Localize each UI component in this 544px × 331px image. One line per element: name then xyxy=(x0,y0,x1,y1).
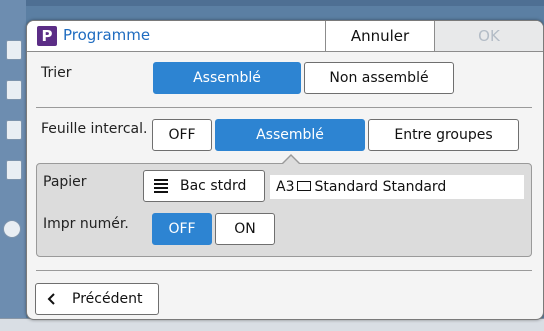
programme-app-icon: P xyxy=(37,26,57,46)
background-doc-icon xyxy=(6,120,22,140)
tray-list-icon xyxy=(154,179,168,193)
paper-info-field: A3 Standard Standard xyxy=(270,175,524,199)
separator-between-groups-button[interactable]: Entre groupes xyxy=(368,119,519,151)
numbering-label: Impr numér. xyxy=(43,216,129,232)
paper-label: Papier xyxy=(43,174,87,190)
ok-button[interactable]: OK xyxy=(435,21,543,51)
paper-tray-label: Bac stdrd xyxy=(180,178,247,194)
paper-tray-button[interactable]: Bac stdrd xyxy=(143,170,265,202)
footer-divider xyxy=(36,270,532,271)
background-top-strip xyxy=(0,0,544,6)
dialog-title: Programme xyxy=(63,26,151,44)
numbering-off-button[interactable]: OFF xyxy=(152,213,212,245)
sort-label: Trier xyxy=(41,65,72,81)
landscape-sheet-icon xyxy=(297,181,312,191)
separator-off-button[interactable]: OFF xyxy=(152,119,212,151)
paper-size: A3 xyxy=(276,179,295,195)
background-check-icon xyxy=(3,220,21,238)
paper-type: Standard Standard xyxy=(314,179,447,195)
back-button[interactable]: Précédent xyxy=(35,283,159,315)
back-label: Précédent xyxy=(72,291,143,307)
background-doc-icon xyxy=(6,80,22,100)
background-sidebar xyxy=(0,0,26,331)
sort-assembled-button[interactable]: Assemblé xyxy=(153,62,301,94)
background-doc-icon xyxy=(6,40,22,60)
programme-dialog: P Programme Annuler OK Trier Assemblé No… xyxy=(26,20,544,320)
separator-sheet-label: Feuille intercal. xyxy=(41,121,148,137)
numbering-on-button[interactable]: ON xyxy=(215,213,275,245)
sort-not-assembled-button[interactable]: Non assemblé xyxy=(304,62,454,94)
dialog-titlebar: P Programme Annuler OK xyxy=(27,21,543,52)
cancel-button[interactable]: Annuler xyxy=(325,21,435,51)
separator-assembled-button[interactable]: Assemblé xyxy=(215,119,365,151)
chevron-left-icon xyxy=(47,293,55,305)
background-doc-icon xyxy=(6,160,22,180)
panel-pointer-fill xyxy=(283,156,299,164)
section-divider xyxy=(36,107,532,108)
